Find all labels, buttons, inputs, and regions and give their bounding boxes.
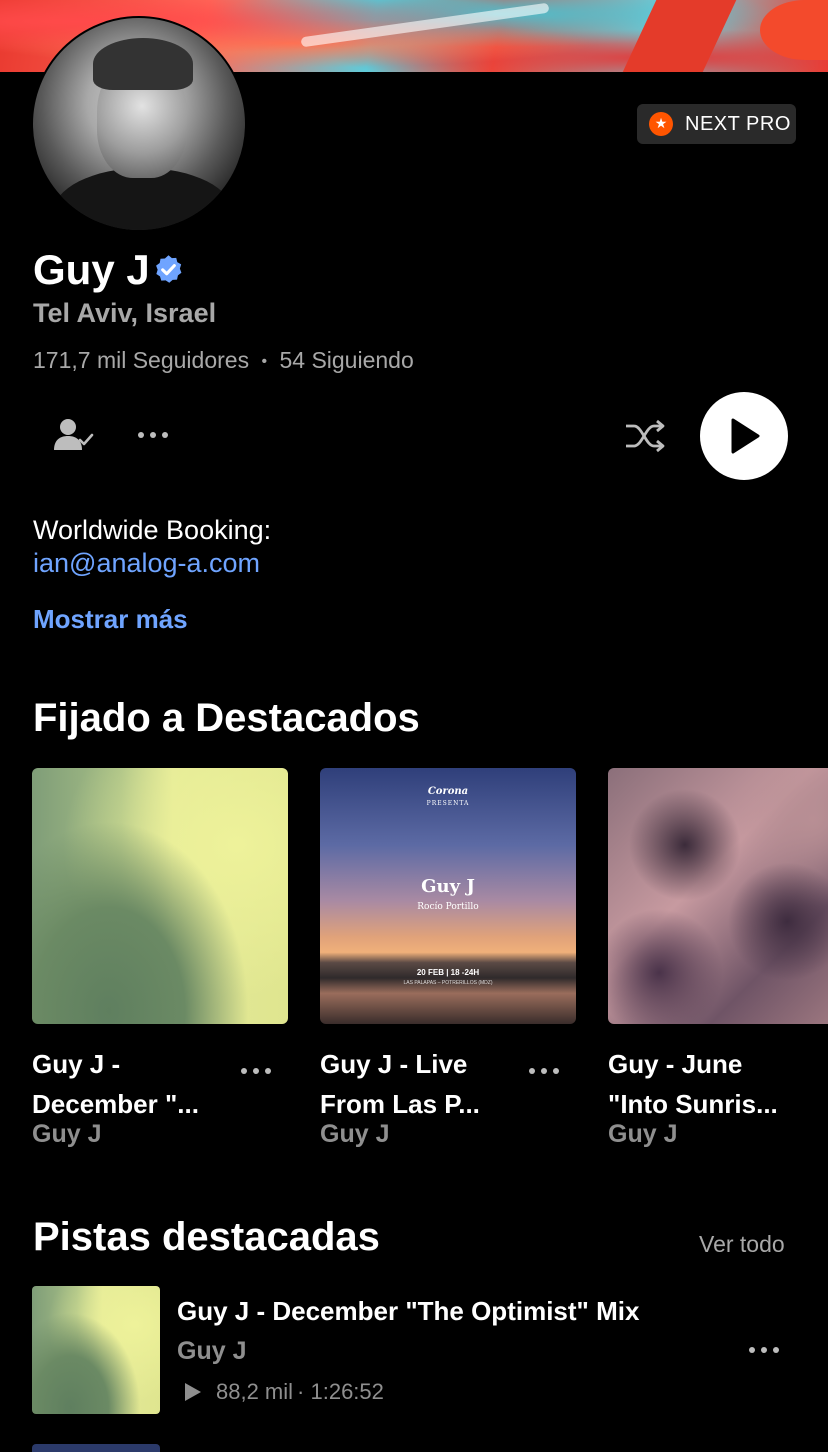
see-all-link[interactable]: Ver todo — [699, 1229, 785, 1259]
more-icon[interactable] — [528, 1066, 560, 1076]
art-date: 20 FEB | 18 -24H — [416, 968, 480, 977]
track-artwork[interactable] — [32, 1286, 160, 1414]
track-plays: 88,2 mil — [216, 1379, 294, 1404]
profile-location: Tel Aviv, Israel — [33, 298, 217, 328]
pinned-card[interactable]: Corona PRESENTA Guy J Rocío Portillo 20 … — [320, 768, 576, 1148]
pinned-artwork[interactable] — [32, 768, 288, 1024]
bio-text: Worldwide Booking: — [33, 515, 272, 545]
stats-separator: • — [261, 352, 268, 370]
pinned-card[interactable]: Guy - June "Into Sunris... Guy J — [608, 768, 828, 1168]
bio-email-link[interactable]: ian@analog-a.com — [33, 547, 260, 579]
pinned-artist[interactable]: Guy J — [320, 1118, 389, 1150]
pinned-artist[interactable]: Guy J — [608, 1118, 677, 1150]
followers-count[interactable]: 171,7 mil Seguidores — [33, 347, 249, 373]
pinned-artist[interactable]: Guy J — [32, 1118, 101, 1150]
shuffle-icon[interactable] — [624, 419, 666, 453]
pinned-section-title: Fijado a Destacados — [33, 696, 420, 740]
next-pro-label: NEXT PRO — [685, 112, 791, 135]
track-stats: 88,2 mil · 1:26:52 — [184, 1377, 384, 1407]
track-title[interactable]: Guy J - December "The Optimist" Mix — [177, 1294, 639, 1328]
art-title: Guy J — [421, 876, 475, 897]
art-place: LAS PALAPAS – POTRERILLOS (MDZ) — [403, 980, 493, 986]
play-icon — [185, 1383, 201, 1401]
follow-icon[interactable] — [52, 416, 94, 456]
art-subtitle: Rocío Portillo — [417, 902, 479, 912]
more-icon[interactable] — [748, 1345, 780, 1355]
art-brand: Corona — [427, 786, 469, 797]
pinned-artwork[interactable] — [608, 768, 828, 1024]
avatar[interactable] — [31, 16, 247, 232]
pinned-title[interactable]: Guy - June "Into Sunris... — [608, 1044, 808, 1124]
next-pro-badge[interactable]: ★ NEXT PRO — [637, 104, 796, 144]
pinned-title[interactable]: Guy J - Live From Las P... — [320, 1044, 520, 1124]
art-presenta: PRESENTA — [426, 800, 470, 807]
verified-icon — [156, 255, 182, 283]
featured-section-title: Pistas destacadas — [33, 1215, 380, 1259]
pinned-artwork[interactable]: Corona PRESENTA Guy J Rocío Portillo 20 … — [320, 768, 576, 1024]
pinned-card[interactable]: Guy J - December "... Guy J — [32, 768, 288, 1148]
play-button[interactable] — [700, 392, 788, 480]
track-duration: · 1:26:52 — [297, 1379, 384, 1404]
play-icon — [731, 418, 760, 454]
profile-name: Guy J — [33, 246, 150, 293]
pinned-title[interactable]: Guy J - December "... — [32, 1044, 232, 1124]
track-artwork[interactable] — [32, 1444, 160, 1452]
track-artist[interactable]: Guy J — [177, 1335, 246, 1367]
show-more-link[interactable]: Mostrar más — [33, 603, 188, 635]
more-icon[interactable] — [240, 1066, 272, 1076]
track-row[interactable]: Guy J - December "The Optimist" Mix Guy … — [32, 1286, 796, 1414]
more-icon[interactable] — [136, 430, 170, 440]
follow-stats: 171,7 mil Seguidores • 54 Siguiendo — [33, 346, 414, 376]
following-count[interactable]: 54 Siguiendo — [279, 347, 413, 373]
star-icon: ★ — [649, 112, 673, 136]
